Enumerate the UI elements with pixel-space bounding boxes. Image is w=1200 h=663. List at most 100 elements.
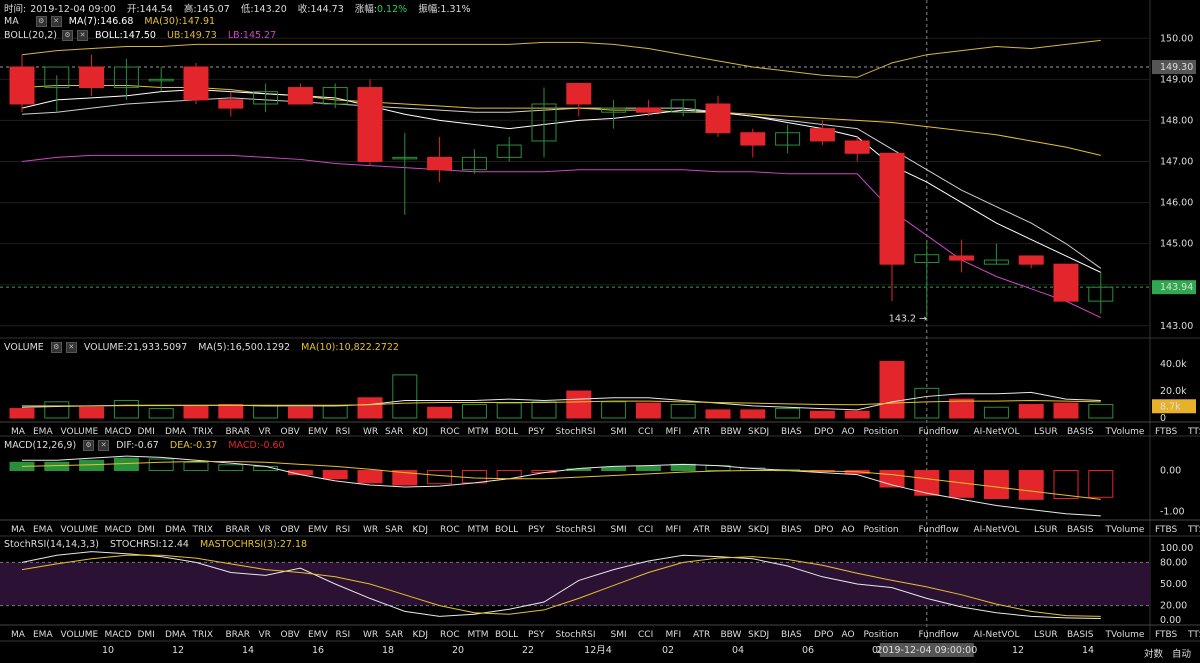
indicator-tab-psy[interactable]: PSY: [528, 525, 545, 535]
indicator-tab-wr[interactable]: WR: [363, 630, 378, 640]
indicator-tab-ema[interactable]: EMA: [33, 525, 53, 535]
close-icon[interactable]: ✕: [77, 30, 89, 41]
volume-bar[interactable]: [983, 406, 1009, 419]
candle-body[interactable]: [218, 99, 244, 109]
indicator-tab-bbw[interactable]: BBW: [721, 525, 742, 535]
volume-bar[interactable]: [531, 401, 557, 419]
macd-histogram-bar[interactable]: [635, 465, 661, 472]
volume-bar[interactable]: [496, 402, 522, 419]
close-icon[interactable]: ✕: [98, 440, 110, 451]
chart-canvas[interactable]: 150.00 149.00 148.00 147.00 146.00 145.00 144.…: [0, 0, 1200, 659]
close-icon[interactable]: ✕: [65, 342, 77, 353]
indicator-tab-skdj[interactable]: SKDJ: [748, 525, 769, 535]
indicator-tab-sar[interactable]: SAR: [385, 525, 403, 535]
candle-body[interactable]: [427, 156, 453, 171]
indicator-tab-boll[interactable]: BOLL: [495, 525, 518, 535]
indicator-tab-vr[interactable]: VR: [259, 525, 271, 535]
macd-histogram-bar[interactable]: [44, 461, 70, 472]
indicator-tab-ttsi[interactable]: TTSI: [1187, 630, 1200, 640]
settings-icon[interactable]: ⚙: [83, 440, 95, 451]
indicator-tab-sar[interactable]: SAR: [385, 630, 403, 640]
indicator-tab-emv[interactable]: EMV: [308, 630, 328, 640]
indicator-tab-ma[interactable]: MA: [11, 525, 26, 535]
volume-bar[interactable]: [601, 401, 627, 419]
indicator-tab-mtm[interactable]: MTM: [468, 630, 489, 640]
indicator-tab-volume[interactable]: VOLUME: [61, 525, 99, 535]
macd-histogram-bar[interactable]: [983, 470, 1009, 500]
indicator-tab-emv[interactable]: EMV: [308, 525, 328, 535]
indicator-tab-cci[interactable]: CCI: [638, 525, 653, 535]
volume-bar[interactable]: [879, 360, 905, 419]
indicator-tab-dma[interactable]: DMA: [165, 525, 187, 535]
indicator-tab-dmi[interactable]: DMI: [138, 525, 155, 535]
indicator-tab-mfi[interactable]: MFI: [666, 525, 682, 535]
candle-body[interactable]: [79, 66, 105, 89]
indicator-tab-fundflow[interactable]: Fundflow: [919, 630, 959, 640]
candle-body[interactable]: [1018, 255, 1044, 265]
settings-icon[interactable]: ⚙: [50, 342, 62, 353]
indicator-tab-ai-netvol[interactable]: AI-NetVOL: [974, 630, 1020, 640]
candle-body[interactable]: [740, 132, 766, 146]
candle-body[interactable]: [879, 152, 905, 265]
indicator-tab-tvolume[interactable]: TVolume: [1105, 525, 1145, 535]
volume-bar[interactable]: [287, 406, 313, 419]
candle-body[interactable]: [705, 103, 731, 134]
volume-bar[interactable]: [1088, 404, 1114, 419]
volume-bar[interactable]: [705, 409, 731, 419]
indicator-tab-bias[interactable]: BIAS: [781, 630, 802, 640]
macd-histogram-bar[interactable]: [1018, 470, 1044, 500]
candle-body[interactable]: [9, 66, 35, 105]
indicator-tab-position[interactable]: Position: [864, 630, 899, 640]
macd-histogram-bar[interactable]: [1088, 470, 1114, 498]
volume-bar[interactable]: [322, 405, 348, 419]
indicator-tab-ftbs[interactable]: FTBS: [1155, 630, 1178, 640]
indicator-tab-stochrsi[interactable]: StochRSI: [556, 630, 596, 640]
volume-bar[interactable]: [775, 408, 801, 419]
indicator-tab-position[interactable]: Position: [864, 525, 899, 535]
macd-histogram-bar[interactable]: [670, 463, 696, 472]
volume-bar[interactable]: [1053, 402, 1079, 419]
indicator-tab-lsur[interactable]: LSUR: [1034, 525, 1058, 535]
indicator-tab-cci[interactable]: CCI: [638, 630, 653, 640]
indicator-tab-macd[interactable]: MACD: [105, 630, 132, 640]
indicator-tab-dmi[interactable]: DMI: [138, 630, 155, 640]
indicator-tab-rsi[interactable]: RSI: [336, 630, 351, 640]
candle-body[interactable]: [635, 107, 661, 113]
auto-scale-button[interactable]: 自动: [1172, 646, 1191, 660]
indicator-tab-tvolume[interactable]: TVolume: [1105, 630, 1145, 640]
indicator-tab-roc[interactable]: ROC: [440, 525, 460, 535]
candle-body[interactable]: [357, 87, 383, 162]
indicator-tab-brar[interactable]: BRAR: [226, 525, 250, 535]
indicator-tab-roc[interactable]: ROC: [440, 630, 460, 640]
volume-bar[interactable]: [461, 404, 487, 419]
indicator-tab-obv[interactable]: OBV: [281, 525, 301, 535]
volume-bar[interactable]: [113, 399, 139, 419]
indicator-tab-trix[interactable]: TRIX: [192, 630, 214, 640]
indicator-tab-dma[interactable]: DMA: [165, 630, 187, 640]
chart-stage[interactable]: 150.00 149.00 148.00 147.00 146.00 145.00 144.…: [0, 0, 1200, 659]
volume-bar[interactable]: [566, 390, 592, 419]
volume-bar[interactable]: [949, 398, 975, 419]
indicator-tab-skdj[interactable]: SKDJ: [748, 630, 769, 640]
volume-bar[interactable]: [357, 397, 383, 419]
indicator-tab-ma[interactable]: MA: [11, 630, 26, 640]
indicator-tab-macd[interactable]: MACD: [105, 525, 132, 535]
candle-body[interactable]: [809, 128, 835, 142]
macd-histogram-bar[interactable]: [357, 470, 383, 484]
candle-body[interactable]: [949, 255, 975, 261]
log-scale-button[interactable]: 対数: [1144, 646, 1163, 660]
volume-bar[interactable]: [1018, 404, 1044, 419]
indicator-tab-dpo[interactable]: DPO: [814, 630, 833, 640]
macd-histogram-bar[interactable]: [148, 458, 174, 472]
volume-bar[interactable]: [253, 405, 279, 419]
indicator-tab-wr[interactable]: WR: [363, 525, 378, 535]
indicator-tab-basis[interactable]: BASIS: [1067, 630, 1094, 640]
volume-bar[interactable]: [809, 410, 835, 419]
macd-histogram-bar[interactable]: [183, 461, 209, 472]
macd-histogram-bar[interactable]: [601, 466, 627, 472]
indicator-tab-kdj[interactable]: KDJ: [413, 630, 429, 640]
macd-histogram-bar[interactable]: [322, 470, 348, 480]
indicator-tab-atr[interactable]: ATR: [693, 525, 710, 535]
indicator-tab-stochrsi[interactable]: StochRSI: [556, 525, 596, 535]
close-icon[interactable]: ✕: [50, 16, 62, 27]
